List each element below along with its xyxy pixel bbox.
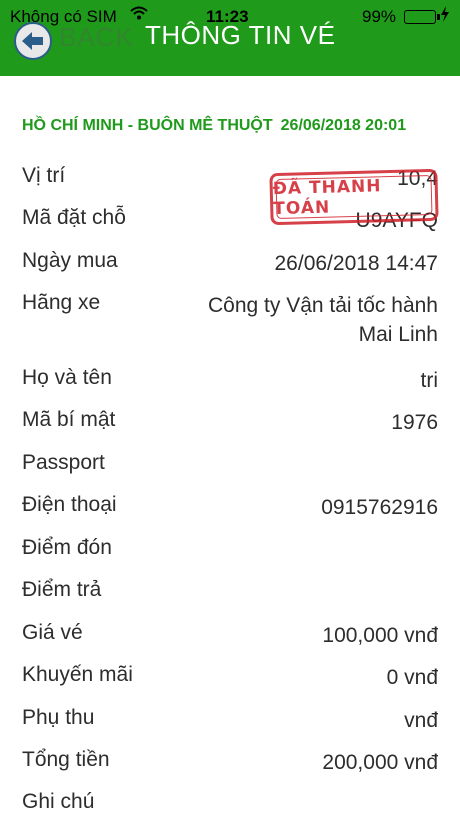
battery-icon bbox=[404, 10, 440, 24]
row-label: Ghi chú bbox=[22, 790, 95, 813]
row-value: 200,000 vnđ bbox=[322, 751, 438, 774]
route-header: HỒ CHÍ MINH - BUÔN MÊ THUỘT 26/06/2018 20… bbox=[22, 117, 406, 135]
bolt-icon bbox=[440, 6, 450, 27]
row-label: Họ và tên bbox=[22, 366, 112, 389]
row-label: Ngày mua bbox=[22, 249, 118, 272]
row-value: 26/06/2018 14:47 bbox=[274, 252, 439, 275]
page-title: THÔNG TIN VÉ bbox=[145, 20, 336, 50]
row-value: 0 vnđ bbox=[386, 666, 438, 689]
departure-time: 26/06/2018 20:01 bbox=[280, 117, 407, 134]
row-label: Hãng xe bbox=[22, 291, 101, 314]
row-label: Tổng tiền bbox=[22, 748, 110, 771]
row-value: vnđ bbox=[404, 709, 438, 732]
row-label: Passport bbox=[22, 451, 105, 474]
row-label: Phụ thu bbox=[22, 706, 95, 729]
back-arrow-icon bbox=[14, 22, 52, 60]
paid-stamp: ĐÃ THANH TOÁN bbox=[269, 168, 439, 226]
back-label: BACK bbox=[59, 22, 134, 52]
row-value: 1976 bbox=[391, 411, 438, 434]
row-value: Công ty Vận tải tốc hành Mai Linh bbox=[208, 294, 438, 346]
top-bar: Không có SIM 11:23 99% BACK THÔNG TIN VÉ bbox=[0, 0, 460, 76]
battery-percent: 99% bbox=[362, 7, 397, 26]
row-label: Điểm đón bbox=[22, 536, 112, 559]
back-button[interactable]: BACK bbox=[12, 20, 134, 60]
row-label: Mã bí mật bbox=[22, 408, 116, 431]
row-value: 0915762916 bbox=[321, 496, 438, 519]
route-name: HỒ CHÍ MINH - BUÔN MÊ THUỘT bbox=[22, 117, 273, 134]
stamp-text: ĐÃ THANH TOÁN bbox=[272, 176, 382, 220]
row-label: Mã đặt chỗ bbox=[22, 206, 126, 229]
row-label: Khuyến mãi bbox=[22, 663, 133, 686]
row-label: Vị trí bbox=[22, 164, 66, 187]
row-label: Điện thoại bbox=[22, 493, 117, 516]
row-value: 100,000 vnđ bbox=[322, 624, 438, 647]
row-label: Điểm trả bbox=[22, 578, 102, 601]
row-value: tri bbox=[420, 369, 439, 392]
row-label: Giá vé bbox=[22, 621, 83, 644]
